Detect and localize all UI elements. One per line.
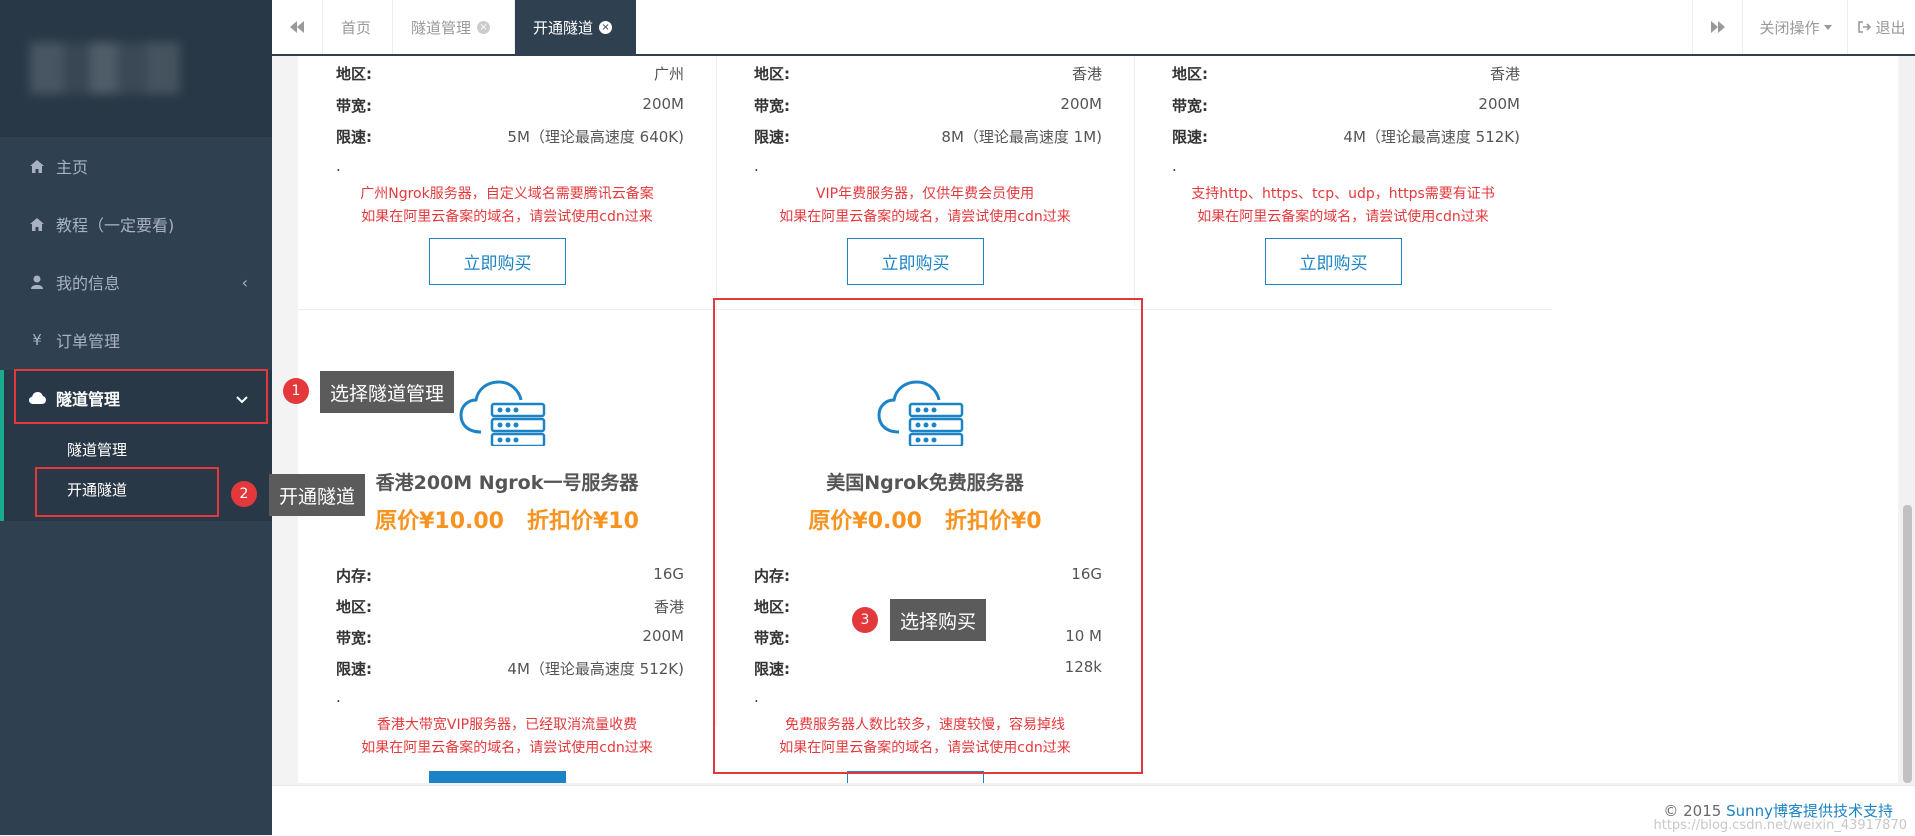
sidebar-item-tutorial[interactable]: 教程（一定要看) [0,196,272,252]
close-icon[interactable]: × [477,20,491,34]
blurred-avatar [30,42,180,94]
close-actions-dropdown[interactable]: 关闭操作 [1742,0,1848,54]
logout-label: 退出 [1875,18,1906,37]
caret-down-icon [1823,24,1832,30]
speed-row: 限速: 8M（理论最高速度 1M) [754,128,1102,146]
server-card: 地区: 广州 带宽: 200M 限速: 5M（理论最高速度 640K) . 广州Ngr… [298,56,716,309]
tab-home[interactable]: 首页 [322,0,392,54]
dot-text: . [754,157,759,175]
tab-label: 开通隧道 [533,18,594,37]
double-left-arrow-icon [290,21,304,33]
sidebar-item-label: 订单管理 [56,332,121,351]
step-badge: 3 [852,607,878,633]
chevron-left-icon: ‹ [241,272,248,292]
highlight-box [14,369,268,424]
dot-text: . [336,157,341,175]
buy-now-button[interactable]: 立即购买 [1265,238,1402,285]
tab-open-tunnel[interactable]: 开通隧道 × [514,0,636,54]
step-badge: 2 [231,481,257,507]
description: 广州Ngrok服务器，自定义域名需要腾讯云备案 如果在阿里云备案的域名，请尝试使用… [360,186,654,225]
original-price: 原价¥10.00 [375,509,504,534]
close-actions-label: 关闭操作 [1759,18,1820,37]
home-icon [28,159,46,173]
tab-label: 隧道管理 [411,18,472,37]
sidebar-item-my-info[interactable]: 我的信息 ‹ [0,254,272,310]
home-icon [28,217,46,231]
buy-now-button[interactable]: 立即购买 [847,238,984,285]
watermark: https://blog.csdn.net/weixin_43917870 [1653,818,1907,833]
sidebar-item-label: 我的信息 [56,274,121,293]
step-tooltip: 开通隧道 [269,474,366,516]
region-row: 地区: 香港 [1172,65,1520,83]
bandwidth-row: 带宽: 200M [754,95,1102,115]
step-tooltip: 选择隧道管理 [320,371,455,413]
region-row: 地区: 香港 [336,598,684,616]
close-icon[interactable]: × [599,20,613,34]
description: 香港大带宽VIP服务器，已经取消流量收费 如果在阿里云备案的域名，请尝试使用cdn… [361,717,653,756]
double-right-arrow-icon [1711,21,1725,33]
highlight-box [35,467,219,517]
user-icon [28,275,46,289]
bandwidth-row: 带宽: 200M [1172,95,1520,115]
region-row: 地区: 广州 [336,65,684,83]
buy-now-button[interactable]: 立即购买 [429,771,566,783]
scroll-tabs-right-button[interactable] [1692,0,1743,54]
logout-button[interactable]: 退出 [1847,0,1915,54]
speed-row: 限速: 4M（理论最高速度 512K) [1172,128,1520,146]
footer: © 2015 Sunny博客提供技术支持 https://blog.csdn.n… [272,785,1915,836]
step-badge: 1 [283,378,309,404]
tab-label: 首页 [341,18,372,37]
cloud-server-icon [459,380,546,446]
speed-row: 限速: 4M（理论最高速度 512K) [336,660,684,678]
sidebar-item-label: 主页 [56,158,89,177]
server-card: 地区: 香港 带宽: 200M 限速: 4M（理论最高速度 512K) . 支持htt… [1134,56,1552,309]
scroll-tabs-left-button[interactable] [272,0,322,54]
sidebar-item-label: 教程（一定要看) [56,216,175,235]
submenu-item-tunnel-management[interactable]: 隧道管理 [67,439,127,460]
bandwidth-row: 带宽: 200M [336,95,684,115]
tab-tunnel-management[interactable]: 隧道管理 × [392,0,514,54]
region-row: 地区: 香港 [754,65,1102,83]
step-tooltip: 选择购买 [890,599,987,641]
yen-icon: ¥ [32,331,42,349]
sidebar-item-orders[interactable]: ¥ 订单管理 [0,312,272,368]
buy-now-button[interactable]: 立即购买 [429,238,566,285]
description: 支持http、https、tcp、udp，https需要有证书 如果在阿里云备案的… [1191,186,1495,225]
sidebar-item-home[interactable]: 主页 [0,138,272,194]
discount-price: 折扣价¥10 [526,509,639,534]
server-card: 地区: 香港 带宽: 200M 限速: 8M（理论最高速度 1M) . VIP年费服务… [716,56,1134,309]
speed-row: 限速: 5M（理论最高速度 640K) [336,128,684,146]
description: VIP年费服务器，仅供年费会员使用 如果在阿里云备案的域名，请尝试使用cdn过来 [779,186,1071,225]
scrollbar-thumb[interactable] [1903,505,1912,783]
dot-text: . [1172,157,1177,175]
dot-text: . [336,688,341,706]
highlight-box [713,298,1143,774]
sign-out-icon [1858,21,1872,33]
bandwidth-row: 带宽: 200M [336,627,684,647]
memory-row: 内存: 16G [336,565,684,585]
tab-bar: 首页 隧道管理 × 开通隧道 × 关闭操作 退出 [272,0,1915,56]
profile-header [0,0,272,137]
